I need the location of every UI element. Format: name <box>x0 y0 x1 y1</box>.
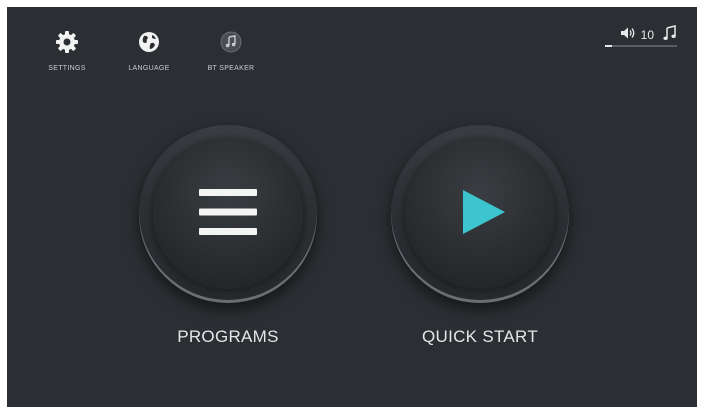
language-button[interactable]: LANGUAGE <box>119 29 179 72</box>
music-note-icon <box>663 25 677 44</box>
settings-button[interactable]: SETTINGS <box>37 29 97 72</box>
play-icon <box>453 188 507 241</box>
programs-button[interactable] <box>139 125 317 303</box>
menu-icon <box>199 188 257 240</box>
volume-slider-fill <box>605 45 613 47</box>
quick-start-label: QUICK START <box>421 327 539 346</box>
programs-control: PROGRAMS <box>139 125 317 347</box>
volume-control[interactable]: 10 <box>620 25 677 44</box>
bt-speaker-label: BT SPEAKER <box>207 65 255 72</box>
speaker-icon <box>620 26 636 43</box>
device-screen: SETTINGS LANGUAGE BT SPEAKER 10 PROGRAMS… <box>7 7 697 407</box>
top-nav: SETTINGS LANGUAGE BT SPEAKER <box>37 29 261 72</box>
programs-button-face <box>153 139 303 289</box>
music-note-icon <box>218 29 244 55</box>
volume-slider[interactable] <box>605 45 677 47</box>
language-label: LANGUAGE <box>128 65 170 72</box>
quick-start-button-face <box>405 139 555 289</box>
gear-icon <box>54 29 80 55</box>
programs-label: PROGRAMS <box>177 327 279 346</box>
settings-label: SETTINGS <box>48 65 86 72</box>
globe-icon <box>136 29 162 55</box>
quick-start-control: QUICK START <box>391 125 569 347</box>
quick-start-button[interactable] <box>391 125 569 303</box>
bt-speaker-button[interactable]: BT SPEAKER <box>201 29 261 72</box>
volume-value: 10 <box>640 27 654 42</box>
